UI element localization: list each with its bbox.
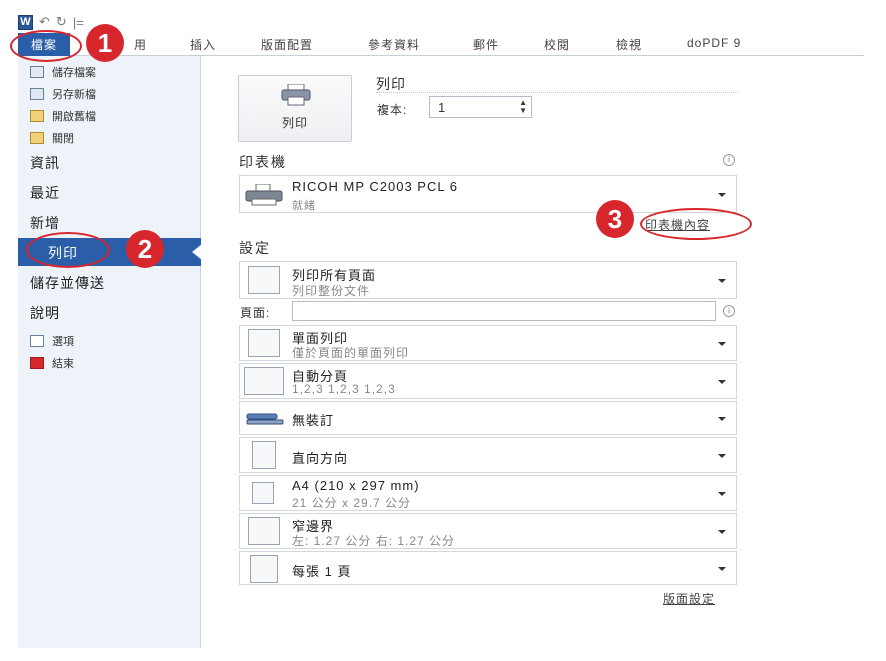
collated-icon — [244, 367, 284, 395]
paper-icon — [252, 482, 274, 504]
sidebar-item-help[interactable]: 說明 — [30, 303, 60, 323]
tab-dopdf[interactable]: doPDF 9 — [687, 36, 741, 50]
save-icon — [30, 66, 44, 78]
tab-page-layout[interactable]: 版面配置 — [261, 36, 313, 53]
exit-icon — [30, 357, 44, 369]
annotation-ring-file — [10, 30, 82, 62]
sidebar-item-new[interactable]: 新增 — [30, 213, 60, 233]
tab-mailings[interactable]: 郵件 — [473, 36, 499, 53]
sidebar-item-label: 開啟舊檔 — [52, 111, 96, 123]
divider — [376, 92, 738, 93]
margins-icon — [248, 517, 280, 545]
chevron-down-icon — [718, 342, 726, 346]
chevron-down-icon — [718, 492, 726, 496]
folder-open-icon — [30, 110, 44, 122]
tab-view[interactable]: 檢視 — [616, 36, 642, 53]
ribbon-tabs: 檔案 用 插入 版面配置 參考資料 郵件 校閱 檢視 doPDF 9 — [18, 32, 864, 56]
option-sub: 21 公分 x 29.7 公分 — [292, 496, 412, 510]
sidebar-item-label: 結束 — [52, 358, 74, 370]
staple-dropdown[interactable]: 無裝訂 — [239, 401, 737, 435]
sidebar-item-recent[interactable]: 最近 — [30, 183, 60, 203]
folder-close-icon — [30, 132, 44, 144]
sidebar-item-label: 關閉 — [52, 133, 74, 145]
copies-value: 1 — [438, 100, 446, 115]
pages-per-sheet-icon — [250, 555, 278, 583]
customize-qat-icon[interactable]: |= — [73, 15, 84, 30]
tab-home[interactable]: 用 — [134, 36, 147, 53]
annotation-ring-properties — [640, 208, 752, 240]
option-sub: 左: 1.27 公分 右: 1.27 公分 — [292, 534, 456, 548]
option-main: 無裝訂 — [292, 413, 335, 428]
print-heading: 列印 — [376, 76, 406, 92]
spin-arrows-icon[interactable]: ▲ ▼ — [519, 99, 527, 115]
sidebar-item-exit[interactable]: 結束 — [30, 355, 74, 371]
sidebar-item-save[interactable]: 儲存檔案 — [30, 64, 96, 80]
option-main: A4 (210 x 297 mm) — [292, 478, 420, 493]
undo-icon[interactable]: ↶ — [39, 14, 50, 30]
print-button-label: 列印 — [281, 116, 308, 130]
stapler-icon — [246, 413, 284, 425]
printer-name: RICOH MP C2003 PCL 6 — [292, 179, 458, 194]
pages-input[interactable] — [292, 301, 716, 321]
duplex-dropdown[interactable]: 單面列印 僅於頁面的單面列印 — [239, 325, 737, 361]
tab-references[interactable]: 參考資料 — [368, 36, 420, 53]
annotation-ring-print — [26, 232, 110, 268]
pages-icon — [248, 266, 280, 294]
save-as-icon — [30, 88, 44, 100]
options-icon — [30, 335, 44, 347]
tab-insert[interactable]: 插入 — [190, 36, 216, 53]
sidebar-item-label: 選項 — [52, 336, 74, 348]
chevron-down-icon — [718, 380, 726, 384]
orientation-dropdown[interactable]: 直向方向 — [239, 437, 737, 473]
chevron-down-icon — [718, 567, 726, 571]
chevron-down-icon — [718, 279, 726, 283]
collate-dropdown[interactable]: 自動分頁 1,2,3 1,2,3 1,2,3 — [239, 363, 737, 399]
annotation-badge-2: 2 — [126, 230, 164, 268]
printer-status: 就緒 — [292, 200, 316, 212]
sidebar-item-save-as[interactable]: 另存新檔 — [30, 86, 96, 102]
single-sided-icon — [248, 329, 280, 357]
annotation-badge-3: 3 — [596, 200, 634, 238]
option-sub: 僅於頁面的單面列印 — [292, 346, 410, 360]
pages-per-sheet-dropdown[interactable]: 每張 1 頁 — [239, 551, 737, 585]
copies-stepper[interactable]: 1 ▲ ▼ — [429, 96, 532, 118]
printer-dropdown[interactable]: RICOH MP C2003 PCL 6 就緒 — [239, 175, 737, 213]
chevron-down-icon — [718, 193, 726, 197]
active-pointer — [192, 244, 202, 260]
print-button[interactable]: 列印 — [238, 75, 352, 142]
printer-device-icon — [245, 184, 283, 206]
option-main: 每張 1 頁 — [292, 564, 352, 579]
option-sub: 1,2,3 1,2,3 1,2,3 — [292, 382, 396, 396]
printer-icon — [281, 84, 311, 106]
paper-size-dropdown[interactable]: A4 (210 x 297 mm) 21 公分 x 29.7 公分 — [239, 475, 737, 511]
info-icon[interactable]: i — [723, 154, 735, 166]
chevron-down-icon — [718, 530, 726, 534]
annotation-badge-1: 1 — [86, 24, 124, 62]
sidebar-item-open[interactable]: 開啟舊檔 — [30, 108, 96, 124]
printer-section-title: 印表機 — [239, 154, 287, 170]
word-app-icon[interactable]: W — [18, 14, 33, 30]
option-main: 直向方向 — [292, 451, 349, 466]
quick-access-toolbar: W ↶ ↻ |= — [18, 12, 864, 32]
sidebar-item-save-send[interactable]: 儲存並傳送 — [30, 273, 105, 293]
info-icon[interactable]: i — [723, 305, 735, 317]
sidebar-item-info[interactable]: 資訊 — [30, 153, 60, 173]
copies-label: 複本: — [377, 103, 408, 117]
sidebar-item-label: 另存新檔 — [52, 89, 96, 101]
portrait-icon — [252, 441, 276, 469]
page-setup-link[interactable]: 版面設定 — [663, 590, 715, 607]
tab-review[interactable]: 校閱 — [544, 36, 570, 53]
print-range-dropdown[interactable]: 列印所有頁面 列印整份文件 — [239, 261, 737, 299]
sidebar-item-close[interactable]: 關閉 — [30, 130, 74, 146]
chevron-down-icon — [718, 454, 726, 458]
chevron-down-icon — [718, 417, 726, 421]
option-sub: 列印整份文件 — [292, 284, 371, 298]
redo-icon[interactable]: ↻ — [56, 14, 67, 30]
pages-label: 頁面: — [240, 306, 271, 320]
sidebar-item-label: 儲存檔案 — [52, 67, 96, 79]
sidebar-item-options[interactable]: 選項 — [30, 333, 74, 349]
margins-dropdown[interactable]: 窄邊界 左: 1.27 公分 右: 1.27 公分 — [239, 513, 737, 549]
settings-section-title: 設定 — [239, 240, 271, 256]
